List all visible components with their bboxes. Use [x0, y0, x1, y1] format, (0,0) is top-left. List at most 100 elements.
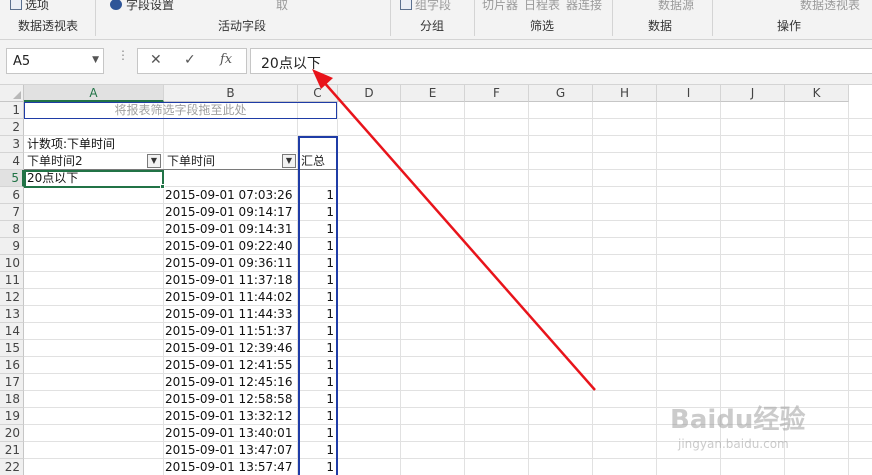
- column-header-b[interactable]: B: [164, 85, 298, 102]
- filter-dropdown-icon[interactable]: ▼: [147, 154, 161, 168]
- pivot-row-count[interactable]: 1: [298, 272, 338, 289]
- pivot-row-time[interactable]: 2015-09-01 09:22:40: [164, 238, 298, 255]
- pivot-count-label[interactable]: 计数项:下单时间: [27, 136, 227, 153]
- ribbon-group-field-button[interactable]: 组字段: [415, 0, 451, 13]
- pivot-row-count[interactable]: 1: [298, 289, 338, 306]
- ribbon-group-label-actions: 操作: [777, 19, 802, 33]
- ribbon-timeline-button[interactable]: 日程表: [524, 0, 560, 13]
- column-header-a[interactable]: A: [24, 85, 164, 102]
- pivot-row-time[interactable]: 2015-09-01 07:03:26: [164, 187, 298, 204]
- ribbon-collapse-field-button[interactable]: 取: [276, 0, 288, 13]
- row-header-18[interactable]: 18: [0, 391, 24, 408]
- pivot-filter-drop-zone[interactable]: 将报表筛选字段拖至此处: [24, 102, 337, 119]
- field-settings-icon: [110, 0, 122, 10]
- pivot-row-time[interactable]: 2015-09-01 09:36:11: [164, 255, 298, 272]
- formula-input[interactable]: 20点以下: [250, 48, 872, 74]
- row-header-12[interactable]: 12: [0, 289, 24, 306]
- pivot-row-count[interactable]: 1: [298, 221, 338, 238]
- filter-dropdown-icon[interactable]: ▼: [282, 154, 296, 168]
- pivot-row-count[interactable]: 1: [298, 391, 338, 408]
- column-header-h[interactable]: H: [593, 85, 657, 102]
- ribbon-options-button[interactable]: 选项: [25, 0, 49, 13]
- ribbon-field-settings-button[interactable]: 字段设置: [126, 0, 174, 13]
- pivot-row-field-header-2[interactable]: 下单时间: [164, 153, 298, 170]
- fill-handle[interactable]: [160, 184, 165, 189]
- pivot-row-field-header-1[interactable]: 下单时间2: [24, 153, 164, 170]
- pivot-row-field-label-2: 下单时间: [167, 154, 216, 168]
- row-header-19[interactable]: 19: [0, 408, 24, 425]
- column-header-e[interactable]: E: [401, 85, 465, 102]
- pivot-row-time[interactable]: 2015-09-01 12:58:58: [164, 391, 298, 408]
- pivot-row-count[interactable]: 1: [298, 442, 338, 459]
- pivot-row-time[interactable]: 2015-09-01 11:44:02: [164, 289, 298, 306]
- row-header-11[interactable]: 11: [0, 272, 24, 289]
- pivot-row-count[interactable]: 1: [298, 255, 338, 272]
- row-header-20[interactable]: 20: [0, 425, 24, 442]
- pivot-row-time[interactable]: 2015-09-01 11:37:18: [164, 272, 298, 289]
- ribbon-slicer-button[interactable]: 切片器: [482, 0, 518, 13]
- pivot-row-count[interactable]: 1: [298, 340, 338, 357]
- column-header-j[interactable]: J: [721, 85, 785, 102]
- row-header-7[interactable]: 7: [0, 204, 24, 221]
- ribbon-group-label-data: 数据: [648, 19, 673, 33]
- pivot-row-count[interactable]: 1: [298, 408, 338, 425]
- row-header-17[interactable]: 17: [0, 374, 24, 391]
- row-header-8[interactable]: 8: [0, 221, 24, 238]
- row-header-21[interactable]: 21: [0, 442, 24, 459]
- pivot-row-time[interactable]: 2015-09-01 12:45:16: [164, 374, 298, 391]
- insert-function-button[interactable]: fx: [220, 52, 232, 67]
- pivot-row-count[interactable]: 1: [298, 238, 338, 255]
- pivot-row-time[interactable]: 2015-09-01 11:44:33: [164, 306, 298, 323]
- pivot-row-count[interactable]: 1: [298, 323, 338, 340]
- pivot-row-count[interactable]: 1: [298, 425, 338, 442]
- row-header-14[interactable]: 14: [0, 323, 24, 340]
- close-icon[interactable]: ✕: [150, 52, 162, 68]
- row-header-9[interactable]: 9: [0, 238, 24, 255]
- pivot-row-time[interactable]: 2015-09-01 13:32:12: [164, 408, 298, 425]
- chevron-down-icon[interactable]: ▼: [92, 55, 99, 65]
- row-header-3[interactable]: 3: [0, 136, 24, 153]
- row-header-4[interactable]: 4: [0, 153, 24, 170]
- name-box[interactable]: A5 ▼: [6, 48, 104, 74]
- ribbon-filter-connections-button[interactable]: 器连接: [566, 0, 602, 13]
- pivot-row-time[interactable]: 2015-09-01 12:39:46: [164, 340, 298, 357]
- column-gridline: [656, 102, 657, 475]
- column-header-d[interactable]: D: [338, 85, 401, 102]
- row-header-5[interactable]: 5: [0, 170, 24, 187]
- column-gridline: [592, 102, 593, 475]
- pivot-row-time[interactable]: 2015-09-01 13:47:07: [164, 442, 298, 459]
- drag-handle-icon[interactable]: ⋮: [117, 49, 129, 61]
- column-header-g[interactable]: G: [529, 85, 593, 102]
- row-header-6[interactable]: 6: [0, 187, 24, 204]
- select-all-button[interactable]: [0, 85, 24, 102]
- row-header-16[interactable]: 16: [0, 357, 24, 374]
- row-header-1[interactable]: 1: [0, 102, 24, 119]
- pivot-row-time[interactable]: 2015-09-01 09:14:31: [164, 221, 298, 238]
- pivot-row-time[interactable]: 2015-09-01 11:51:37: [164, 323, 298, 340]
- check-icon[interactable]: ✓: [184, 52, 196, 68]
- row-header-15[interactable]: 15: [0, 340, 24, 357]
- row-header-22[interactable]: 22: [0, 459, 24, 475]
- pivot-row-count[interactable]: 1: [298, 374, 338, 391]
- row-header-13[interactable]: 13: [0, 306, 24, 323]
- pivot-row-count[interactable]: 1: [298, 459, 338, 475]
- ribbon-pivottable-button[interactable]: 数据透视表: [800, 0, 860, 13]
- column-header-f[interactable]: F: [465, 85, 529, 102]
- ribbon-data-source-button[interactable]: 数据源: [658, 0, 694, 13]
- column-header-c[interactable]: C: [298, 85, 338, 102]
- pivot-row-count[interactable]: 1: [298, 306, 338, 323]
- pivot-row-count[interactable]: 1: [298, 187, 338, 204]
- row-header-10[interactable]: 10: [0, 255, 24, 272]
- pivot-row-time[interactable]: 2015-09-01 13:57:47: [164, 459, 298, 475]
- pivot-total-header[interactable]: 汇总: [298, 153, 338, 170]
- ribbon: 选项 数据透视表 字段设置 取 活动字段 组字段 分组 切片器 日程表 器连接 …: [0, 0, 872, 40]
- pivot-row-time[interactable]: 2015-09-01 13:40:01: [164, 425, 298, 442]
- pivot-row-time[interactable]: 2015-09-01 12:41:55: [164, 357, 298, 374]
- column-header-k[interactable]: K: [785, 85, 849, 102]
- column-header-i[interactable]: I: [657, 85, 721, 102]
- pivot-row-count[interactable]: 1: [298, 204, 338, 221]
- row-header-2[interactable]: 2: [0, 119, 24, 136]
- pivot-row-count[interactable]: 1: [298, 357, 338, 374]
- pivot-row-time[interactable]: 2015-09-01 09:14:17: [164, 204, 298, 221]
- options-icon: [10, 0, 22, 10]
